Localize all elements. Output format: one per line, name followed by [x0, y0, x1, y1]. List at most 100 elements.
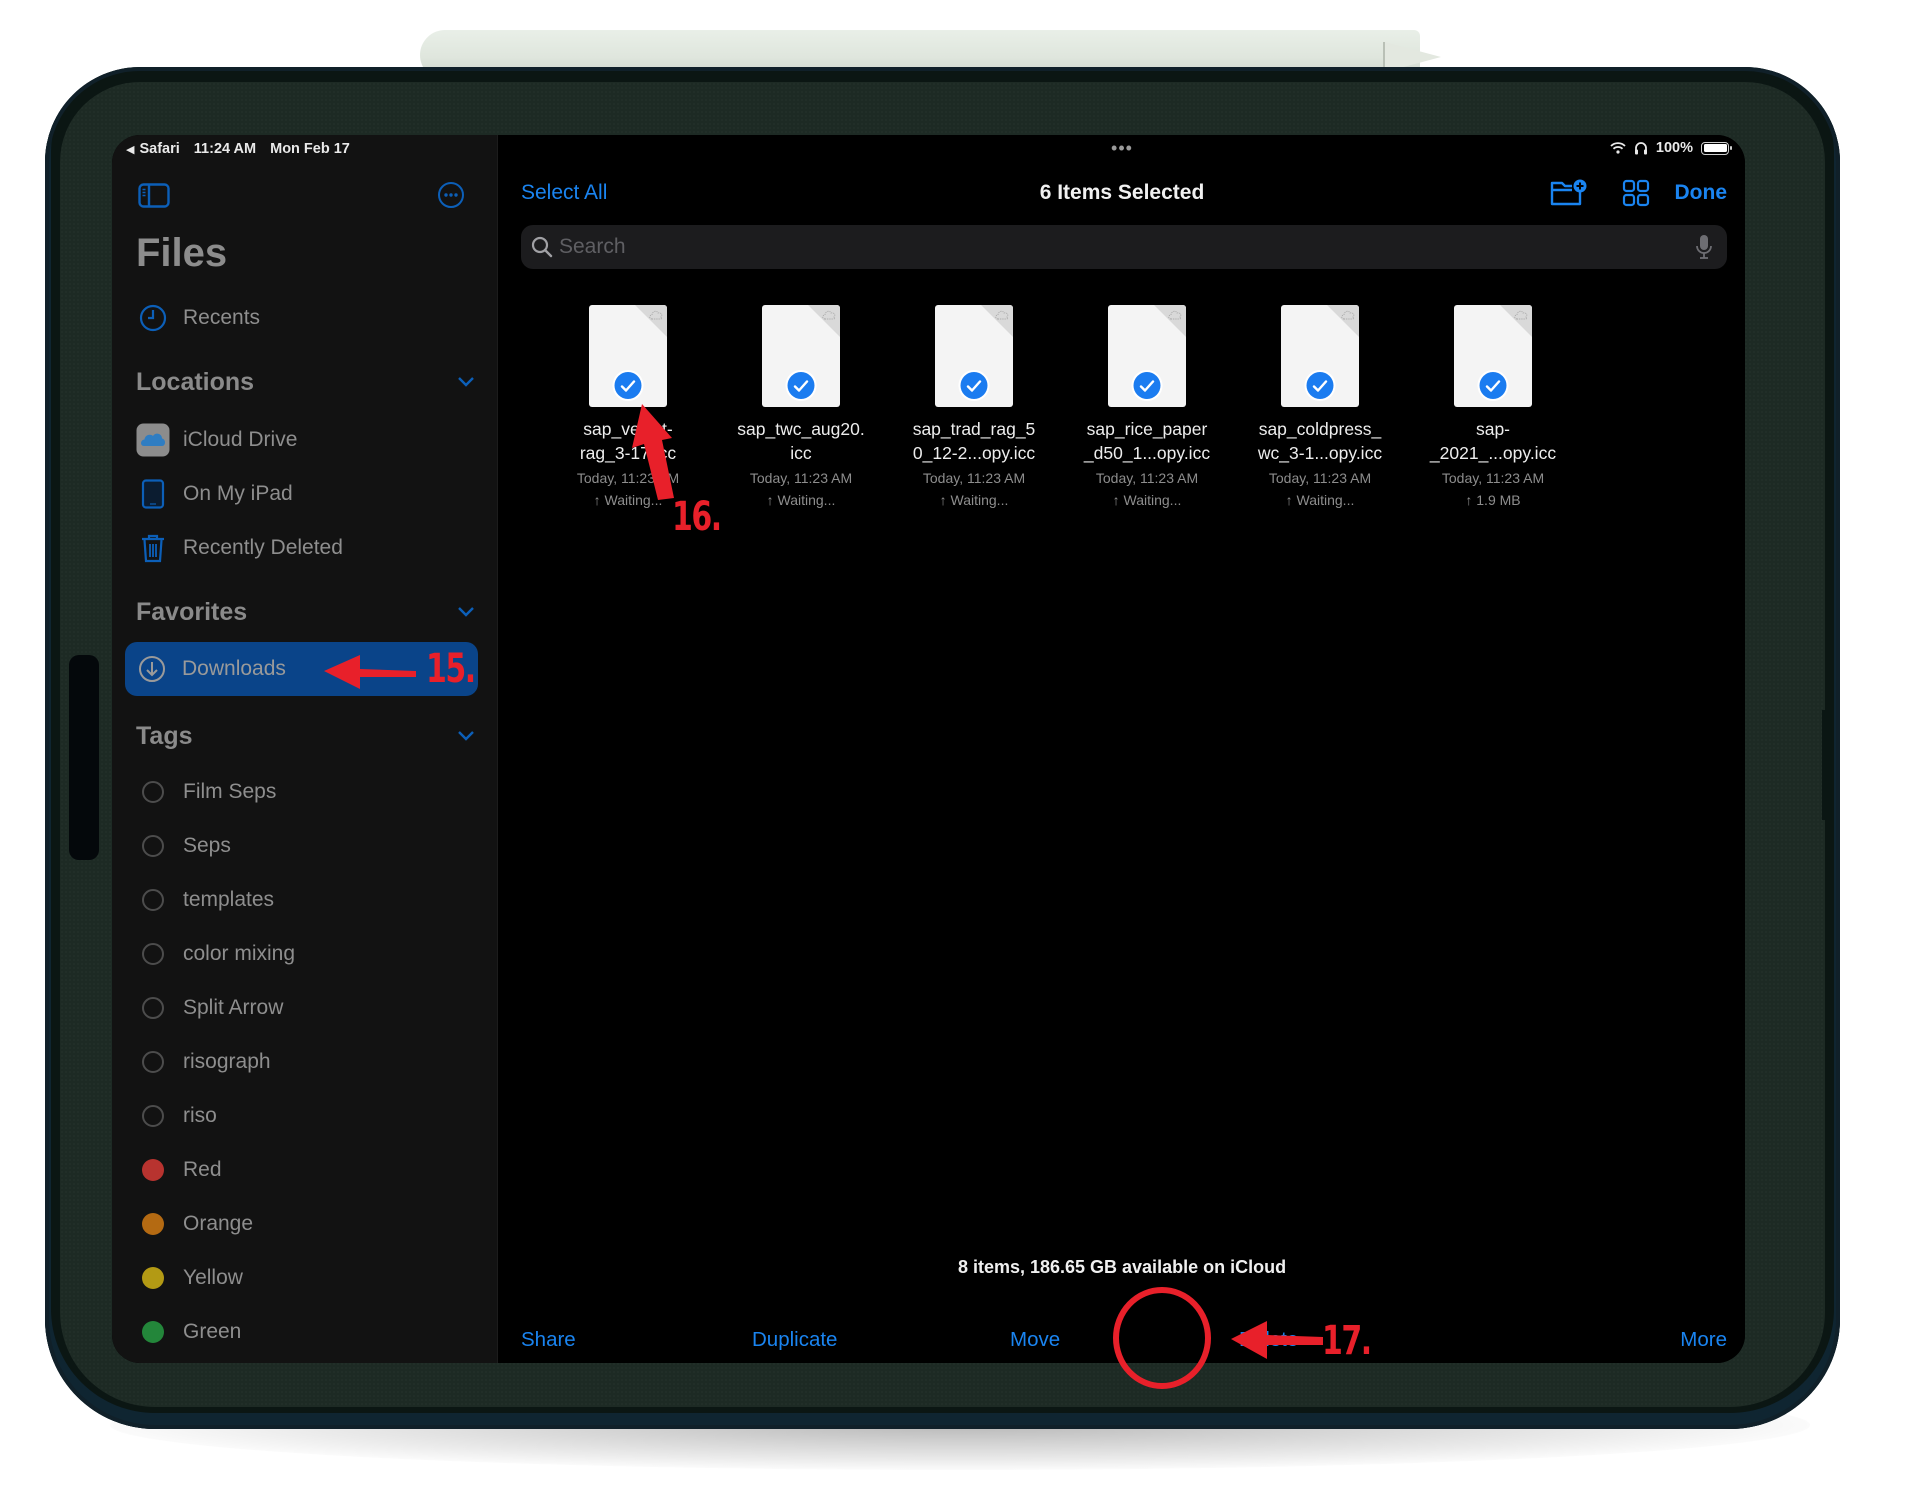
section-header-locations[interactable]: Locations	[136, 364, 476, 400]
sidebar-item-tag[interactable]: risograph	[126, 1037, 482, 1087]
tag-dot	[142, 1213, 164, 1235]
file-date: Today, 11:23 AM	[922, 470, 1026, 486]
clock-icon	[136, 301, 170, 335]
file-item[interactable]: sap- _2021_...opy.icc Today, 11:23 AM ↑ 1.9…	[1407, 305, 1579, 511]
battery-icon	[1701, 141, 1732, 155]
selected-checkmark-icon[interactable]	[960, 372, 988, 399]
tag-dot	[142, 997, 164, 1019]
new-folder-icon[interactable]	[1550, 179, 1588, 207]
document-thumbnail-icon[interactable]	[762, 305, 840, 407]
file-upload-status: ↑ Waiting...	[939, 492, 1009, 508]
sidebar-item-label: Downloads	[182, 657, 286, 680]
more-button[interactable]: More	[1680, 1328, 1727, 1352]
status-time: 11:24 AM	[193, 141, 257, 157]
sidebar-item-tag[interactable]: Blue	[126, 1361, 482, 1363]
share-button[interactable]: Share	[521, 1328, 576, 1352]
tag-empty-circle-icon	[136, 991, 170, 1025]
document-thumbnail-icon[interactable]	[1281, 305, 1359, 407]
selected-checkmark-icon[interactable]	[1306, 372, 1334, 399]
file-item[interactable]: sap_twc_aug20. icc Today, 11:23 AM ↑ Waitin…	[715, 305, 887, 511]
sidebar-item-label: Seps	[183, 834, 231, 857]
document-thumbnail-icon[interactable]	[935, 305, 1013, 407]
done-button[interactable]: Done	[1675, 181, 1728, 205]
sidebar-item-tag[interactable]: Split Arrow	[126, 983, 482, 1033]
annotation-arrow-15	[324, 655, 416, 689]
sidebar-item-label: iCloud Drive	[183, 428, 298, 451]
microphone-icon[interactable]	[1695, 234, 1713, 260]
file-name-line: sap_coldpress_	[1258, 419, 1382, 439]
annotation-label-17: 17.	[1322, 1318, 1372, 1364]
back-arrow-icon[interactable]: ◀	[126, 143, 134, 156]
ipad-screen: ◀ Safari 11:24 AM Mon Feb 17 Files Recen…	[112, 135, 1745, 1363]
sidebar-item-tag[interactable]: color mixing	[126, 929, 482, 979]
chevron-down-icon[interactable]	[456, 376, 476, 388]
tag-dot	[142, 889, 164, 911]
tag-empty-circle-icon	[136, 775, 170, 809]
sidebar-toggle-icon[interactable]	[138, 183, 170, 208]
section-header-tags[interactable]: Tags	[136, 718, 476, 754]
sidebar-item-recently-deleted[interactable]: Recently Deleted	[126, 523, 482, 573]
tag-empty-circle-icon	[136, 1045, 170, 1079]
section-header-favorites[interactable]: Favorites	[136, 594, 476, 630]
sidebar-item-tag[interactable]: Orange	[126, 1199, 482, 1249]
file-item[interactable]: sap_rice_paper _d50_1...opy.icc Today, 11:…	[1061, 305, 1233, 511]
document-thumbnail-icon[interactable]	[589, 305, 667, 407]
selected-checkmark-icon[interactable]	[787, 372, 815, 399]
tag-empty-circle-icon	[136, 883, 170, 917]
icloud-pending-icon	[1514, 310, 1528, 320]
sidebar-item-on-my-ipad[interactable]: On My iPad	[126, 469, 482, 519]
duplicate-button[interactable]: Duplicate	[752, 1328, 837, 1352]
file-name-line: icc	[790, 443, 812, 463]
file-date: Today, 11:23 AM	[1268, 470, 1372, 486]
file-date: Today, 11:23 AM	[749, 470, 853, 486]
multitasking-handle[interactable]: •••	[1111, 139, 1133, 157]
sidebar-item-tag[interactable]: Film Seps	[126, 767, 482, 817]
file-name-line: sap-	[1475, 419, 1511, 439]
file-item[interactable]: sap_trad_rag_5 0_12-2...opy.icc Today, 11:…	[888, 305, 1060, 511]
tag-color-dot-icon	[136, 1207, 170, 1241]
file-item[interactable]: sap_coldpress_ wc_3-1...opy.icc Today, 11:…	[1234, 305, 1406, 511]
sidebar-item-tag[interactable]: templates	[126, 875, 482, 925]
sidebar-item-tag[interactable]: Seps	[126, 821, 482, 871]
download-icon	[135, 652, 169, 686]
status-bar-right: 100%	[1610, 140, 1732, 156]
grid-view-icon[interactable]	[1622, 179, 1650, 207]
document-thumbnail-icon[interactable]	[1108, 305, 1186, 407]
sidebar-item-tag[interactable]: Green	[126, 1307, 482, 1357]
file-name-line: _d50_1...opy.icc	[1083, 443, 1211, 463]
sidebar-item-tag[interactable]: riso	[126, 1091, 482, 1141]
document-thumbnail-icon[interactable]	[1454, 305, 1532, 407]
chevron-down-icon[interactable]	[456, 730, 476, 742]
tag-dot	[142, 943, 164, 965]
tag-dot	[142, 1105, 164, 1127]
sidebar-item-label: color mixing	[183, 942, 296, 965]
file-date: Today, 11:23 AM	[1441, 470, 1545, 486]
selected-checkmark-icon[interactable]	[1479, 372, 1507, 399]
sidebar-item-label: On My iPad	[183, 482, 293, 505]
sidebar-item-icloud-drive[interactable]: iCloud Drive	[126, 415, 482, 465]
sidebar-item-tag[interactable]: Red	[126, 1145, 482, 1195]
tag-empty-circle-icon	[136, 829, 170, 863]
file-name: sap_coldpress_ wc_3-1...opy.icc	[1234, 417, 1406, 465]
tag-dot	[142, 1267, 164, 1289]
select-all-button[interactable]: Select All	[521, 181, 607, 205]
sidebar-item-tag[interactable]: Yellow	[126, 1253, 482, 1303]
section-title: Favorites	[136, 597, 248, 626]
file-name: sap- _2021_...opy.icc	[1407, 417, 1579, 465]
file-upload-status: ↑ 1.9 MB	[1465, 492, 1521, 508]
selected-checkmark-icon[interactable]	[1133, 372, 1161, 399]
icloud-pending-icon	[1341, 310, 1355, 320]
battery-percent: 100%	[1655, 140, 1693, 156]
sidebar-item-label: Film Seps	[183, 780, 277, 803]
search-input[interactable]	[559, 235, 1695, 259]
chevron-down-icon[interactable]	[456, 606, 476, 618]
storage-info: 8 items, 186.65 GB available on iCloud	[957, 1257, 1287, 1277]
more-options-icon[interactable]	[437, 181, 465, 209]
move-button[interactable]: Move	[1010, 1328, 1060, 1352]
sidebar: ◀ Safari 11:24 AM Mon Feb 17 Files Recen…	[112, 135, 498, 1363]
file-upload-status: ↑ Waiting...	[766, 492, 836, 508]
sidebar-item-recents[interactable]: Recents	[126, 293, 482, 343]
back-app-link[interactable]: Safari	[139, 141, 179, 157]
file-name: sap_rice_paper _d50_1...opy.icc	[1061, 417, 1233, 465]
selected-checkmark-icon[interactable]	[614, 372, 642, 399]
